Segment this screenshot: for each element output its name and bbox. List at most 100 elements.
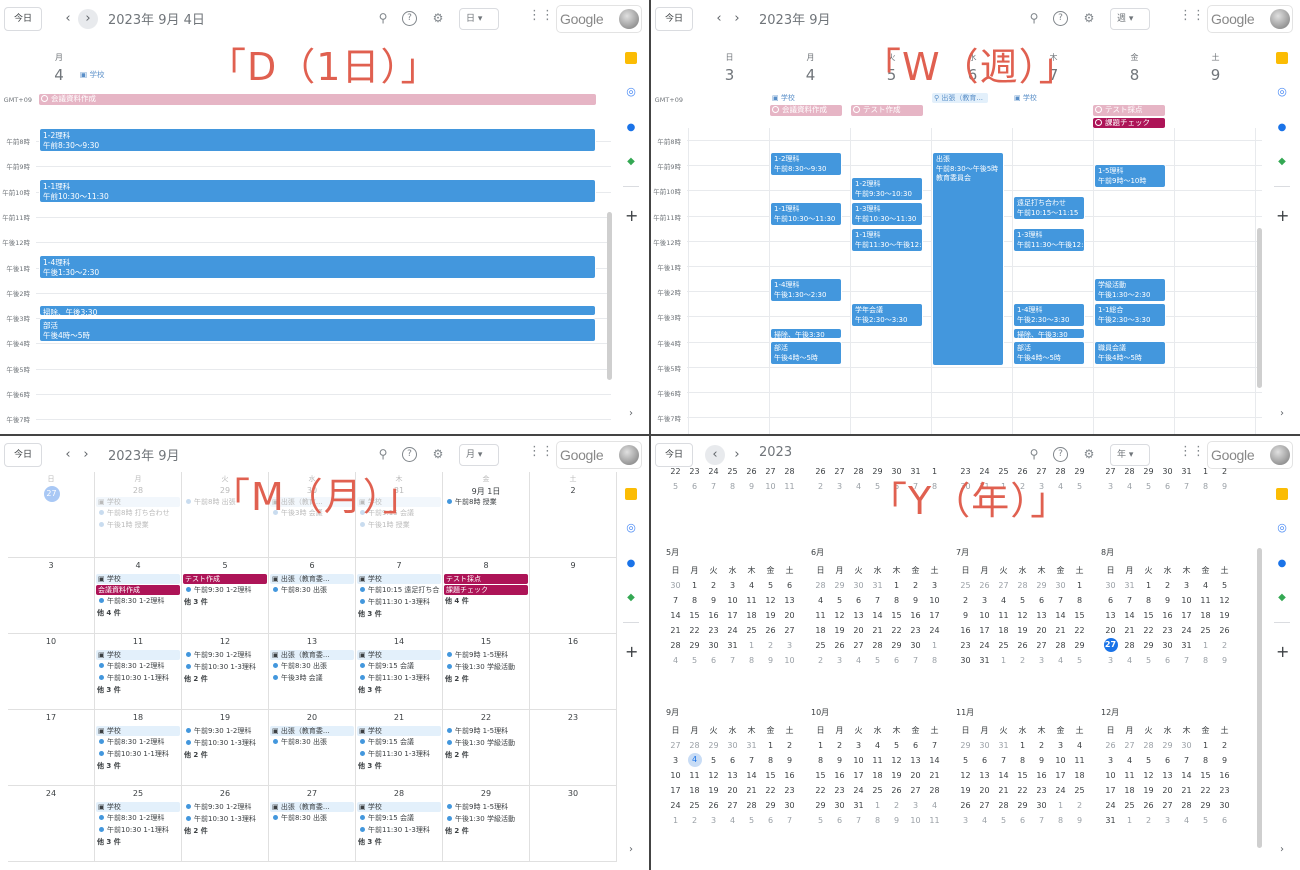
day-cell[interactable]: 5 — [704, 753, 723, 768]
day-cell[interactable]: 19 — [830, 623, 849, 638]
day-cell[interactable]: 22 — [1139, 623, 1158, 638]
day-cell[interactable]: 30 — [1177, 738, 1196, 753]
day-cell[interactable]: 4 — [849, 479, 868, 494]
day-cell[interactable]: 7 — [925, 738, 944, 753]
day-cell[interactable]: 18 ▣ 学校 午前8:30 1-2理科 午前10:30 1-1理科他 3 件 — [95, 710, 182, 786]
day-cell[interactable]: 13 — [723, 768, 742, 783]
day-cell[interactable]: 8 — [723, 479, 742, 494]
gear-icon[interactable]: ⚙ — [430, 10, 446, 26]
event-item[interactable]: 午前11:30 1-3理科 — [358, 597, 440, 607]
day-cell[interactable]: 3 — [830, 479, 849, 494]
day-cell[interactable]: 7 — [1177, 653, 1196, 668]
contacts-icon[interactable]: ● — [625, 122, 637, 134]
day-cell[interactable]: 1 — [1139, 578, 1158, 593]
day-cell[interactable]: 土2 — [530, 472, 617, 558]
event-item[interactable]: 午前9時 1-5理科 — [445, 802, 527, 812]
day-cell[interactable]: 14 — [1120, 608, 1139, 623]
day-cell[interactable]: 26 — [742, 464, 761, 479]
keep-icon[interactable] — [1276, 488, 1288, 500]
day-cell[interactable]: 30 — [1051, 578, 1070, 593]
day-cell[interactable]: 4 — [1051, 653, 1070, 668]
day-cell[interactable]: 12 午前9:30 1-2理科 午前10:30 1-3理科他 2 件 — [182, 634, 269, 710]
event-block[interactable]: 遠足打ち合わせ 午前10:15～11:15 — [1013, 196, 1085, 220]
event-item[interactable]: 午後1:30 学級活動 — [445, 738, 527, 748]
day-cell[interactable]: 22 — [666, 464, 685, 479]
apps-grid-icon[interactable]: ⋮⋮ — [528, 9, 554, 23]
day-cell[interactable]: 8 — [1013, 753, 1032, 768]
expand-side-panel-icon[interactable]: › — [1276, 844, 1288, 856]
day-number[interactable]: 16 — [530, 637, 616, 646]
chevron-right-icon[interactable]: › — [76, 445, 96, 465]
day-cell[interactable]: 3 — [704, 813, 723, 828]
school-chip[interactable]: ▣ 出張（教育委... — [270, 574, 354, 584]
day-cell[interactable]: 1 — [1070, 578, 1089, 593]
day-cell[interactable]: 6 — [1158, 479, 1177, 494]
day-cell[interactable]: 10 — [975, 608, 994, 623]
day-cell[interactable]: 28 — [811, 578, 830, 593]
event-item[interactable]: 午前9時 1-5理科 — [445, 650, 527, 660]
day-cell[interactable]: 3 — [849, 738, 868, 753]
chevron-left-icon[interactable]: ‹ — [58, 445, 78, 465]
day-cell[interactable]: 4 — [994, 593, 1013, 608]
day-cell[interactable]: 9 — [742, 479, 761, 494]
day-cell[interactable]: 15 — [887, 608, 906, 623]
avatar[interactable] — [619, 9, 639, 29]
task-chip[interactable]: 課題チェック — [444, 585, 528, 595]
gear-icon[interactable]: ⚙ — [1081, 10, 1097, 26]
day-cell[interactable]: 25 — [1196, 623, 1215, 638]
event-block[interactable]: 1-2理科 午前9:30～10:30 — [851, 177, 923, 201]
avatar[interactable] — [1270, 9, 1290, 29]
task-chip[interactable]: 会議資料作成 — [96, 585, 180, 595]
help-icon[interactable]: ? — [1053, 11, 1068, 26]
day-cell[interactable]: 26 午前9:30 1-2理科 午前10:30 1-3理科他 2 件 — [182, 786, 269, 862]
day-cell[interactable]: 6 — [780, 578, 799, 593]
day-cell[interactable]: 7 — [1177, 753, 1196, 768]
tasks-icon[interactable]: ◎ — [625, 522, 637, 534]
view-select[interactable]: 日 ▾ — [459, 8, 499, 30]
day-cell[interactable]: 24 — [1051, 783, 1070, 798]
view-select[interactable]: 週 ▾ — [1110, 8, 1150, 30]
day-cell[interactable]: 7 — [1051, 593, 1070, 608]
day-cell[interactable]: 8 — [1196, 753, 1215, 768]
day-cell[interactable]: 9 — [530, 558, 617, 634]
school-chip[interactable]: ▣ 学校 — [357, 726, 441, 736]
day-cell[interactable]: 2 — [685, 813, 704, 828]
day-cell[interactable]: 21 — [1177, 783, 1196, 798]
day-cell[interactable]: 2 — [780, 738, 799, 753]
day-cell[interactable]: 8 — [1196, 479, 1215, 494]
day-number[interactable]: 4 — [770, 66, 851, 84]
day-cell[interactable]: 31 — [1177, 638, 1196, 653]
day-cell[interactable]: 1 — [1013, 738, 1032, 753]
day-cell[interactable]: 14 — [1051, 608, 1070, 623]
day-cell[interactable]: 10 — [1177, 593, 1196, 608]
day-cell[interactable]: 3 — [925, 578, 944, 593]
day-cell[interactable]: 3 — [1051, 738, 1070, 753]
day-cell[interactable]: 23 — [830, 783, 849, 798]
contacts-icon[interactable]: ● — [625, 558, 637, 570]
day-cell[interactable]: 5 — [1139, 479, 1158, 494]
day-cell[interactable]: 13 — [1101, 608, 1120, 623]
day-cell[interactable]: 15 — [1070, 608, 1089, 623]
day-number[interactable]: 9月 1日 — [443, 486, 529, 497]
day-cell[interactable]: 27 — [1120, 738, 1139, 753]
school-chip[interactable]: ▣ 出張（教育委... — [270, 650, 354, 660]
day-cell[interactable]: 1 — [666, 813, 685, 828]
day-cell[interactable]: 22 — [811, 783, 830, 798]
tasks-icon[interactable]: ◎ — [1276, 86, 1288, 98]
event-item[interactable]: 午前8:30 1-2理科 — [97, 661, 179, 671]
maps-icon[interactable]: ◆ — [625, 156, 637, 168]
more-events-link[interactable]: 他 3 件 — [184, 597, 266, 607]
day-cell[interactable]: 20 — [723, 783, 742, 798]
day-cell[interactable]: 29 — [1032, 578, 1051, 593]
day-number[interactable]: 27 — [269, 789, 355, 798]
day-cell[interactable]: 30 — [1215, 798, 1234, 813]
day-cell[interactable]: 月 28 ▣ 学校 午前8時 打ち合わせ 午後1時 授業 — [95, 472, 182, 558]
more-events-link[interactable]: 他 3 件 — [97, 685, 179, 695]
school-chip[interactable]: ▣ 学校 — [78, 70, 107, 80]
day-cell[interactable]: 19 午前9:30 1-2理科 午前10:30 1-3理科他 2 件 — [182, 710, 269, 786]
day-cell[interactable]: 28 — [1120, 464, 1139, 479]
day-cell[interactable]: 4 — [742, 578, 761, 593]
day-cell[interactable]: 20 — [1101, 623, 1120, 638]
day-cell[interactable]: 15 — [811, 768, 830, 783]
more-events-link[interactable]: 他 2 件 — [184, 674, 266, 684]
